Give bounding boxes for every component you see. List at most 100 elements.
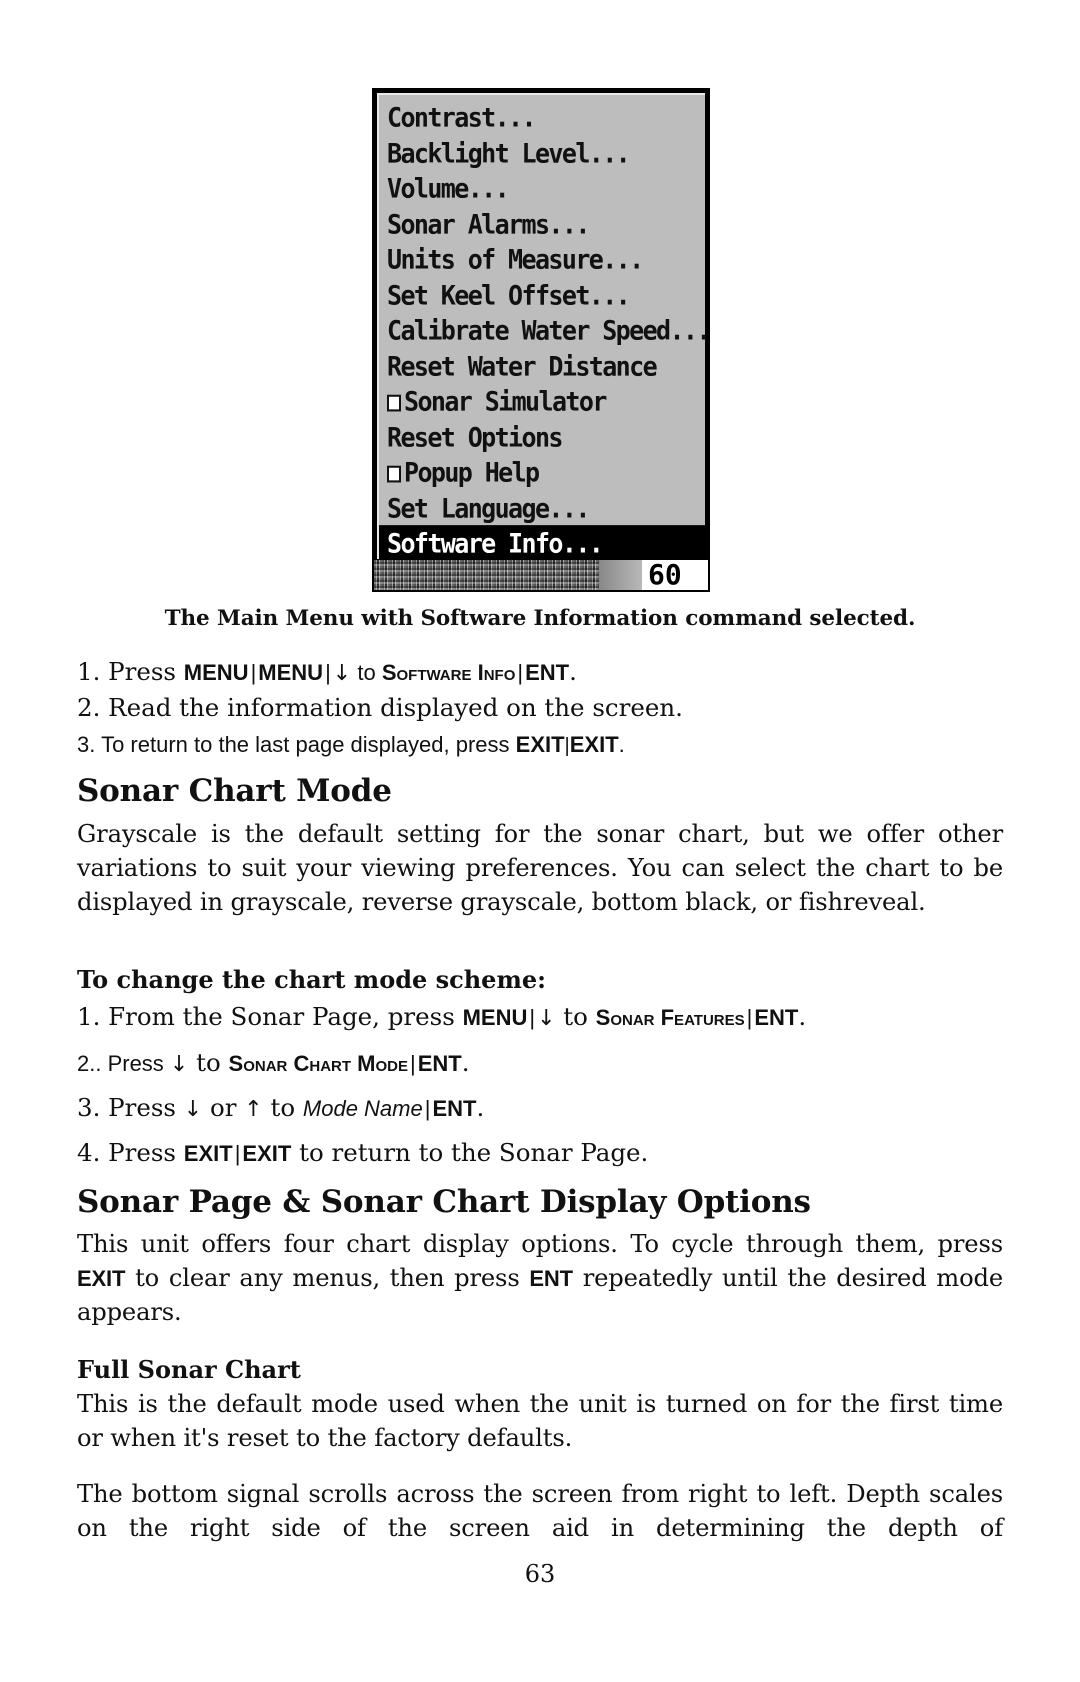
key-menu: MENU xyxy=(183,660,249,685)
sonar-status-strip: 60 xyxy=(374,560,708,590)
key-ent: ENT xyxy=(525,660,570,685)
separator: | xyxy=(424,1096,431,1121)
menu-item-popup-help[interactable]: Popup Help xyxy=(379,454,705,491)
step-text: to xyxy=(188,1048,229,1077)
sonar-noise-graphic xyxy=(374,560,599,590)
key-exit: EXIT xyxy=(242,1141,292,1166)
checkbox-icon[interactable] xyxy=(387,394,401,412)
key-exit: EXIT xyxy=(515,732,565,757)
step-text: . xyxy=(569,657,577,686)
paragraph-text: This unit offers four chart display opti… xyxy=(77,1230,1003,1258)
menu-target-software-info: Software Info xyxy=(381,660,516,685)
chart-step-1: 1. From the Sonar Page, press MENU|↓ to … xyxy=(77,1002,806,1034)
step-text: . xyxy=(798,1002,807,1031)
menu-item-sonar-alarms[interactable]: Sonar Alarms... xyxy=(379,206,705,243)
separator: | xyxy=(250,660,257,685)
separator: | xyxy=(529,1005,536,1030)
chart-step-3: 3. Press ↓ or ↑ to Mode Name|ENT. xyxy=(77,1093,484,1125)
separator: | xyxy=(409,1051,416,1076)
menu-item-software-info[interactable]: Software Info... xyxy=(379,525,705,562)
step-1: 1. Press MENU|MENU|↓ to Software Info|EN… xyxy=(77,657,577,689)
up-arrow-icon: ↑ xyxy=(244,1097,263,1122)
step-text: to xyxy=(351,660,382,685)
menu-item-label: Backlight Level... xyxy=(387,137,631,169)
key-exit: EXIT xyxy=(183,1141,233,1166)
key-ent: ENT xyxy=(432,1096,477,1121)
step-text: . xyxy=(461,1048,470,1077)
subheading-change-chart-mode: To change the chart mode scheme: xyxy=(77,965,546,994)
menu-item-label: Set Language... xyxy=(387,492,590,524)
step-text: or xyxy=(202,1093,245,1122)
menu-item-volume[interactable]: Volume... xyxy=(379,170,705,207)
paragraph-chart-mode: Grayscale is the default setting for the… xyxy=(77,820,1003,916)
step-text: to xyxy=(262,1093,303,1122)
menu-item-label: Sonar Alarms... xyxy=(387,208,590,240)
figure-caption: The Main Menu with Software Information … xyxy=(164,606,916,631)
menu-list: Contrast... Backlight Level... Volume... So… xyxy=(377,93,711,562)
step-text: . xyxy=(618,732,625,757)
key-menu: MENU xyxy=(462,1005,528,1030)
step-text: 3. To return to the last page displayed,… xyxy=(77,732,516,757)
menu-item-label: Calibrate Water Speed... xyxy=(387,315,711,346)
key-exit: EXIT xyxy=(77,1265,126,1291)
step-text: to return to the Sonar Page. xyxy=(291,1138,649,1167)
menu-item-calibrate-water-speed[interactable]: Calibrate Water Speed... xyxy=(379,312,711,349)
menu-item-label: Reset Water Distance xyxy=(387,350,658,382)
subheading-full-sonar-chart: Full Sonar Chart xyxy=(77,1355,301,1384)
heading-sonar-chart-mode: Sonar Chart Mode xyxy=(77,773,392,809)
menu-item-backlight-level[interactable]: Backlight Level... xyxy=(379,135,705,172)
menu-item-label: Units of Measure... xyxy=(387,244,644,275)
key-menu: MENU xyxy=(258,660,324,685)
step-text: 1. From the Sonar Page, press xyxy=(77,1002,463,1031)
menu-target-sonar-features: Sonar Features xyxy=(595,1005,745,1030)
separator: | xyxy=(234,1141,241,1166)
key-ent: ENT xyxy=(754,1005,799,1030)
menu-item-sonar-simulator[interactable]: Sonar Simulator xyxy=(379,383,705,420)
menu-item-label: Popup Help xyxy=(404,457,540,488)
step-text: 2.. Press xyxy=(77,1051,170,1076)
key-ent: ENT xyxy=(417,1051,462,1076)
menu-item-contrast[interactable]: Contrast... xyxy=(379,99,705,136)
main-menu-screenshot: Contrast... Backlight Level... Volume... So… xyxy=(372,88,711,592)
step-text: to xyxy=(555,1002,596,1031)
menu-item-reset-water-distance[interactable]: Reset Water Distance xyxy=(379,348,705,385)
menu-target-sonar-chart-mode: Sonar Chart Mode xyxy=(228,1051,408,1076)
down-arrow-icon: ↓ xyxy=(169,1052,189,1077)
separator: | xyxy=(746,1005,753,1030)
paragraph-bottom-signal: The bottom signal scrolls across the scr… xyxy=(77,1480,1003,1542)
menu-item-label: Software Info... xyxy=(387,528,604,559)
menu-item-set-language[interactable]: Set Language... xyxy=(379,490,705,527)
menu-item-label: Contrast... xyxy=(387,102,537,133)
step-text: . xyxy=(476,1093,485,1122)
key-exit: EXIT xyxy=(569,732,619,757)
step-text: 3. Press xyxy=(77,1093,184,1122)
down-arrow-icon: ↓ xyxy=(332,661,352,686)
page-number: 63 xyxy=(524,1560,556,1588)
separator: | xyxy=(325,660,331,685)
mode-name-placeholder: Mode Name xyxy=(302,1096,423,1121)
menu-item-label: Set Keel Offset... xyxy=(387,279,631,311)
step-text: 4. Press xyxy=(77,1138,184,1167)
paragraph-display-options: This unit offers four chart display opti… xyxy=(77,1228,1003,1329)
step-2: 2. Read the information displayed on the… xyxy=(77,693,683,722)
menu-item-set-keel-offset[interactable]: Set Keel Offset... xyxy=(379,277,705,314)
menu-item-units-of-measure[interactable]: Units of Measure... xyxy=(379,241,705,278)
down-arrow-icon: ↓ xyxy=(537,1006,556,1031)
step-text: 1. Press xyxy=(77,657,184,686)
separator: | xyxy=(517,660,524,685)
key-ent: ENT xyxy=(529,1265,573,1291)
paragraph-full-sonar-chart: This is the default mode used when the u… xyxy=(77,1390,1003,1452)
step-3: 3. To return to the last page displayed,… xyxy=(77,730,625,761)
checkbox-icon[interactable] xyxy=(387,465,401,483)
chart-step-2: 2.. Press ↓ to Sonar Chart Mode|ENT. xyxy=(77,1048,470,1080)
menu-item-label: Reset Options xyxy=(387,421,563,453)
menu-item-label: Volume... xyxy=(387,173,510,204)
sonar-gradient xyxy=(599,560,644,590)
heading-display-options: Sonar Page & Sonar Chart Display Options xyxy=(77,1184,811,1220)
depth-readout: 60 xyxy=(642,560,708,590)
chart-step-4: 4. Press EXIT|EXIT to return to the Sona… xyxy=(77,1138,648,1169)
menu-item-reset-options[interactable]: Reset Options xyxy=(379,419,705,456)
menu-item-label: Sonar Simulator xyxy=(404,386,607,417)
down-arrow-icon: ↓ xyxy=(183,1097,203,1122)
paragraph-text: to clear any menus, then press xyxy=(125,1263,530,1292)
